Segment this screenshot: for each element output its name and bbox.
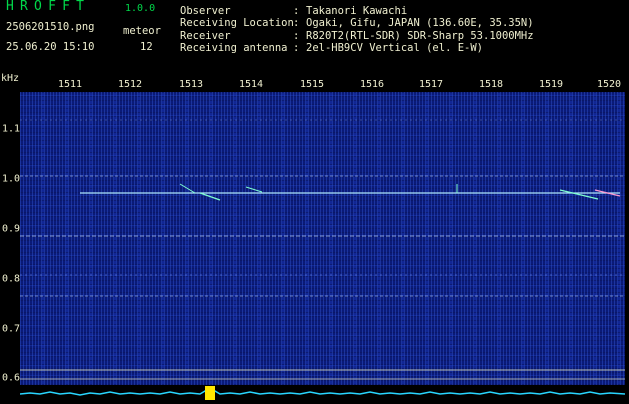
receiver-value: R820T2(RTL-SDR) SDR-Sharp 53.1000MHz xyxy=(306,30,534,42)
meteor-count-value: 12 xyxy=(140,41,153,53)
location-label: Receiving Location xyxy=(180,17,294,29)
power-peak xyxy=(205,386,215,400)
x-tick-label: 1520 xyxy=(596,79,622,90)
meteor-echo xyxy=(199,192,221,201)
location-value: Ogaki, Gifu, JAPAN (136.60E, 35.35N) xyxy=(306,17,534,29)
x-tick-label: 1513 xyxy=(178,79,204,90)
y-tick-label: 0.7 xyxy=(2,323,21,335)
antenna-value: 2el-HB9CV Vertical (el. E-W) xyxy=(306,42,484,54)
spectrogram-display xyxy=(20,92,625,385)
power-trace xyxy=(19,387,626,396)
antenna-separator: : xyxy=(293,42,300,54)
meteor-echo xyxy=(559,189,599,200)
x-tick-label: 1516 xyxy=(359,79,385,90)
x-tick-label: 1514 xyxy=(238,79,264,90)
meteor-count-label: meteor xyxy=(123,25,161,37)
header-panel: HROFFT 1.0.0 2506201510.png 25.06.20 15:… xyxy=(0,0,629,70)
meteor-echo xyxy=(179,183,196,194)
observer-separator: : xyxy=(293,5,300,17)
power-trace-overlay xyxy=(19,386,626,400)
y-tick-label: 0.9 xyxy=(2,223,21,235)
observer-label: Observer xyxy=(180,5,231,17)
x-tick-label: 1515 xyxy=(299,79,325,90)
x-tick-label: 1517 xyxy=(418,79,444,90)
x-tick-label: 1518 xyxy=(478,79,504,90)
receiver-separator: : xyxy=(293,30,300,42)
app-version: 1.0.0 xyxy=(125,3,156,14)
x-tick-label: 1519 xyxy=(538,79,564,90)
observer-value: Takanori Kawachi xyxy=(306,5,408,17)
timestamp: 25.06.20 15:10 xyxy=(6,41,95,53)
receiver-label: Receiver xyxy=(180,30,231,42)
x-tick-label: 1512 xyxy=(117,79,143,90)
y-tick-label: 1.1 xyxy=(2,123,21,135)
app-title: HROFFT xyxy=(6,0,91,14)
power-strip xyxy=(19,385,626,400)
antenna-label: Receiving antenna xyxy=(180,42,288,54)
location-separator: : xyxy=(293,17,300,29)
meteor-echo xyxy=(245,186,263,193)
y-tick-label: 0.8 xyxy=(2,273,21,285)
spectrogram-overlay xyxy=(20,119,625,380)
y-tick-label: 0.6 xyxy=(2,372,21,384)
y-tick-label: 1.0 xyxy=(2,173,21,185)
y-axis-unit: kHz xyxy=(1,73,20,84)
file-name: 2506201510.png xyxy=(6,21,95,33)
x-tick-label: 1511 xyxy=(57,79,83,90)
